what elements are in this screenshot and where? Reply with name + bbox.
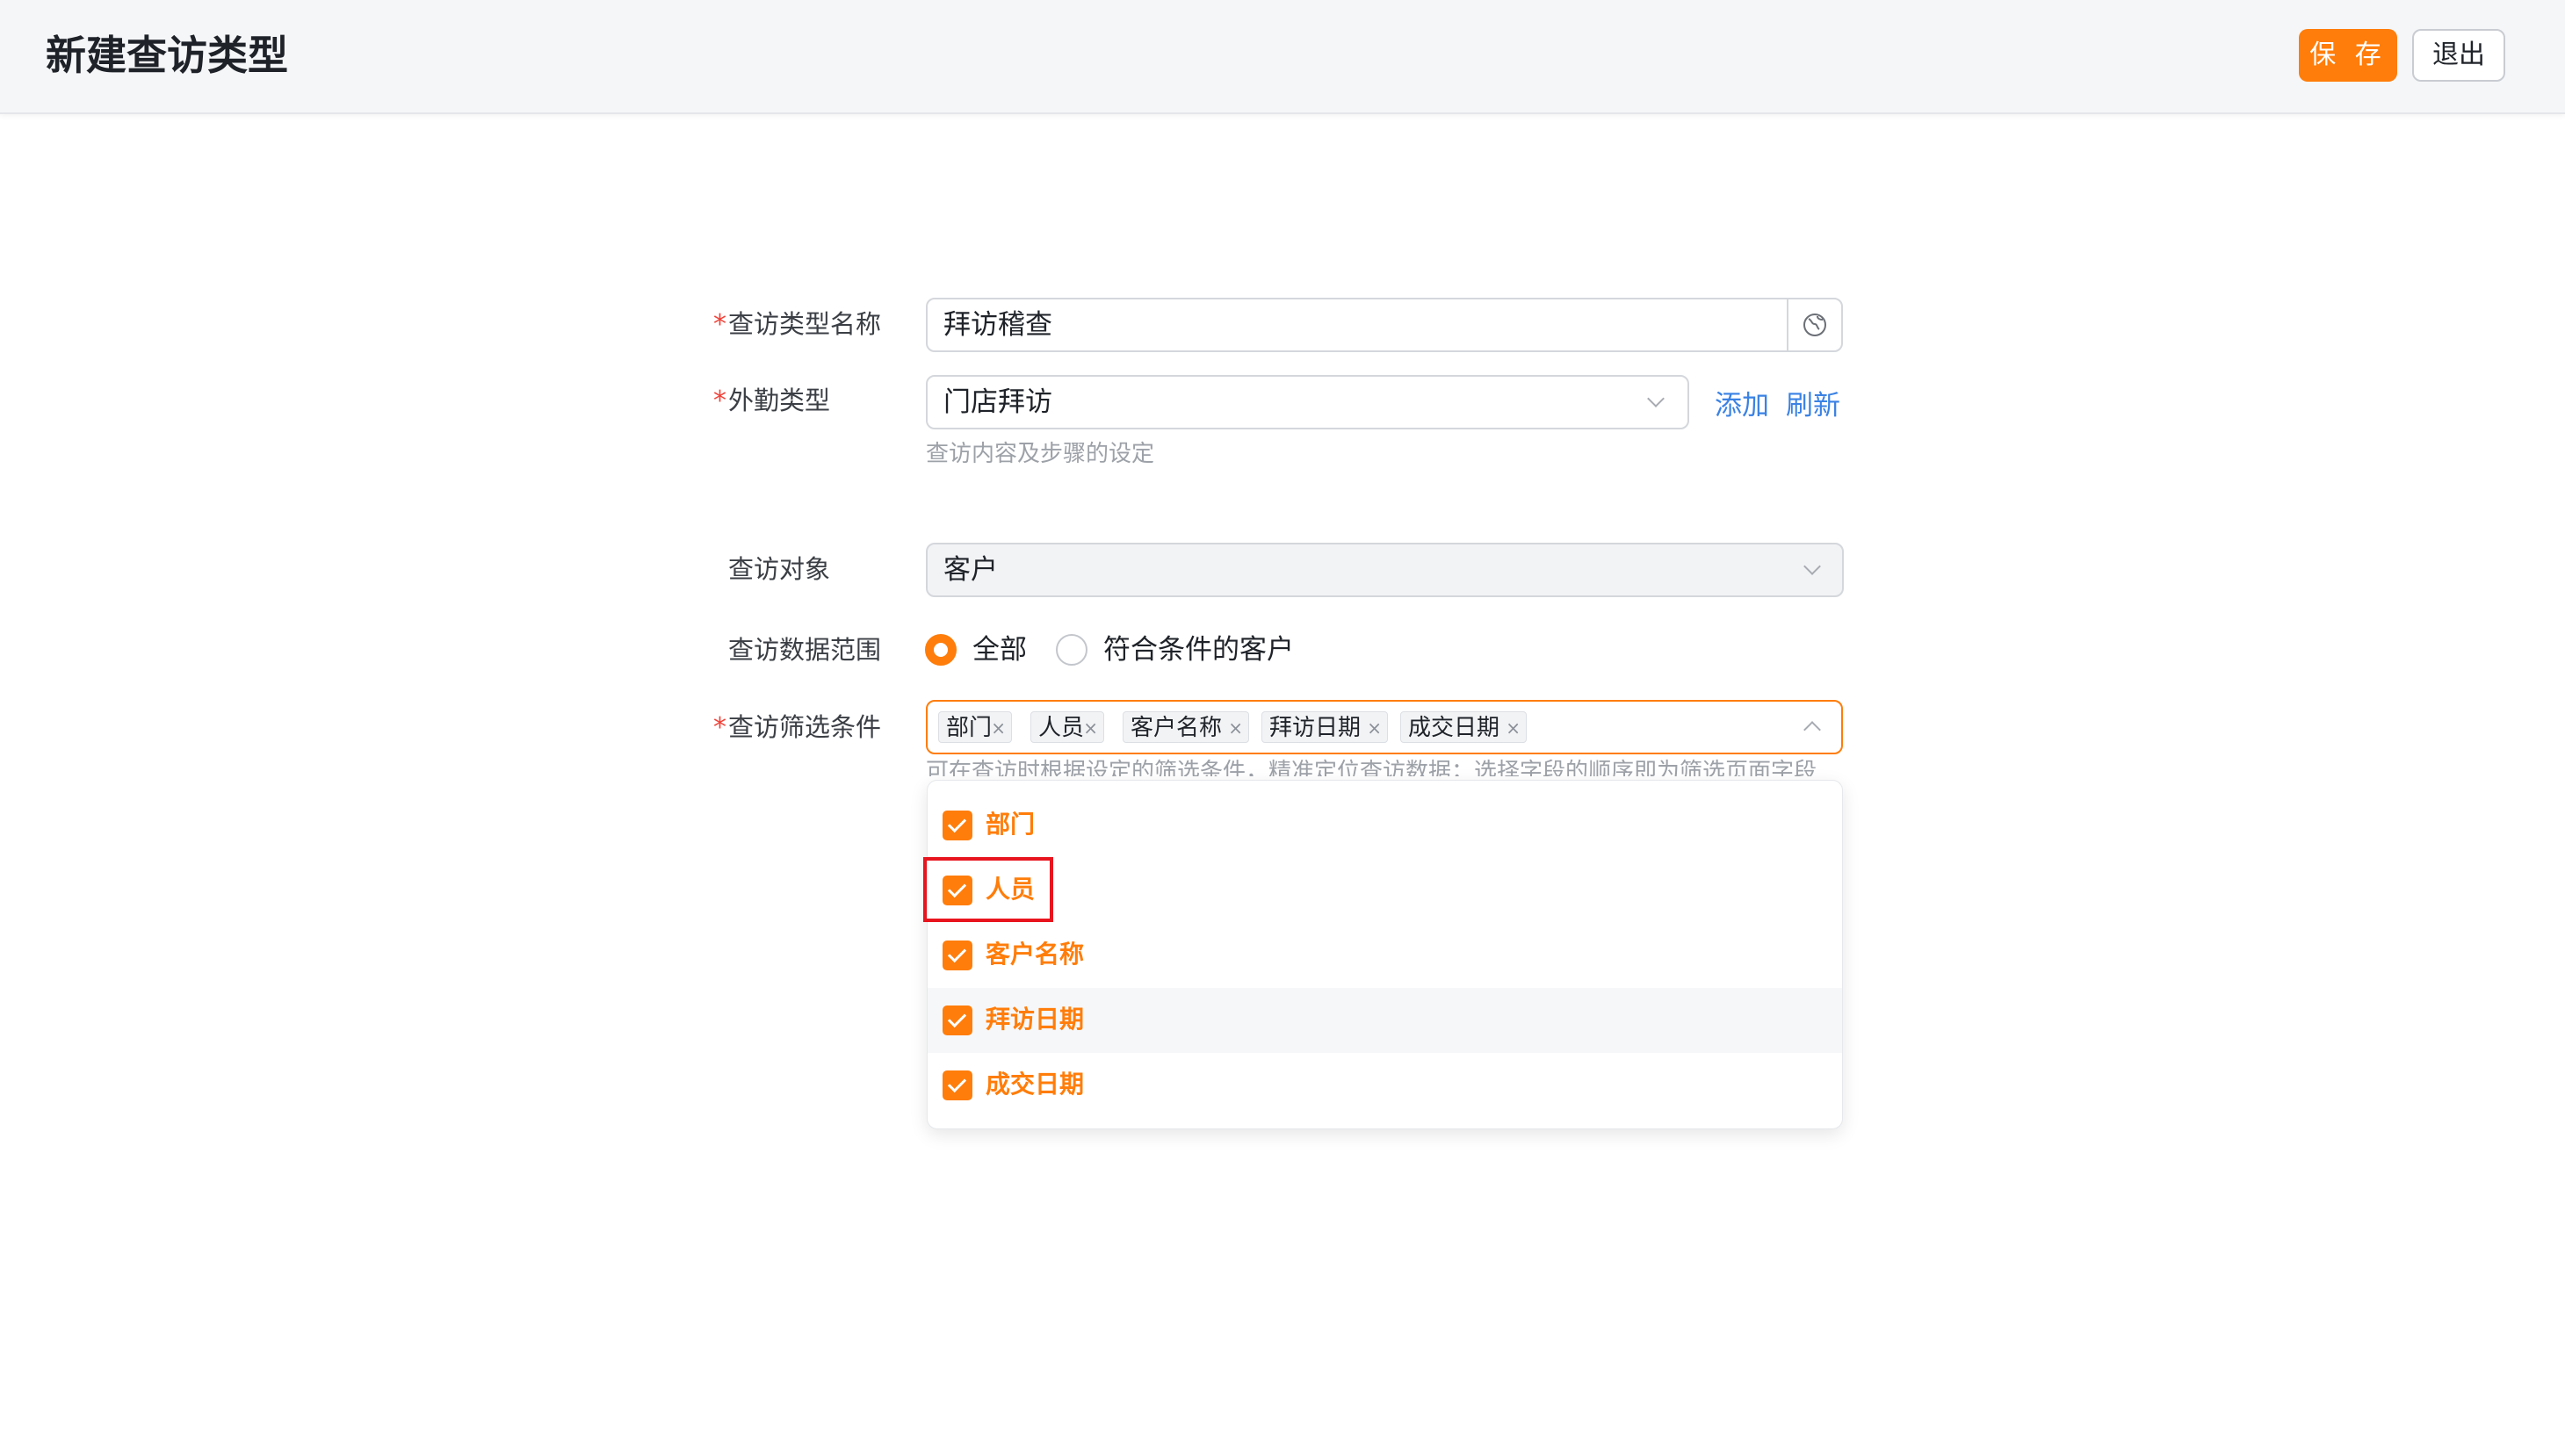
required-mark: * bbox=[713, 712, 726, 743]
exit-button[interactable]: 退出 bbox=[2412, 29, 2505, 82]
field-type-value: 门店拜访 bbox=[943, 386, 1052, 418]
checkbox-checked[interactable] bbox=[943, 811, 972, 840]
chevron-down-icon bbox=[1803, 558, 1821, 575]
name-input-value: 拜访稽查 bbox=[943, 309, 1052, 341]
filter-tag-label: 客户名称 bbox=[1131, 715, 1223, 741]
name-input[interactable]: 拜访稽查 bbox=[926, 298, 1843, 352]
close-icon[interactable]: × bbox=[1228, 712, 1243, 744]
target-select[interactable]: 客户 bbox=[926, 543, 1844, 597]
name-label-text: 查访类型名称 bbox=[728, 309, 882, 339]
page-title: 新建查访类型 bbox=[46, 32, 288, 79]
range-label: 查访数据范围 bbox=[728, 635, 882, 665]
dropdown-option-visit-date[interactable]: 拜访日期 bbox=[928, 988, 1842, 1053]
highlight-box bbox=[923, 857, 1053, 922]
dropdown-option-personnel[interactable]: 人员 bbox=[928, 858, 1842, 923]
close-icon[interactable]: × bbox=[1506, 712, 1521, 744]
filters-label: *查访筛选条件 bbox=[713, 710, 881, 746]
radio-all-label[interactable]: 全部 bbox=[972, 632, 1027, 667]
name-label: *查访类型名称 bbox=[713, 306, 881, 342]
filters-label-text: 查访筛选条件 bbox=[728, 712, 882, 742]
required-mark: * bbox=[713, 309, 726, 340]
dropdown-option-department[interactable]: 部门 bbox=[928, 793, 1842, 858]
dropdown-option-customer-name[interactable]: 客户名称 bbox=[928, 923, 1842, 988]
checkbox-checked[interactable] bbox=[943, 1070, 972, 1100]
radio-matching-customers[interactable] bbox=[1056, 634, 1087, 666]
dropdown-option-label: 拜访日期 bbox=[986, 1005, 1085, 1034]
language-button[interactable] bbox=[1787, 299, 1841, 350]
checkbox-checked[interactable] bbox=[943, 1006, 972, 1035]
globe-icon bbox=[1803, 314, 1826, 336]
required-mark: * bbox=[713, 386, 726, 416]
filter-tag: 人员 × bbox=[1030, 711, 1104, 743]
field-type-select[interactable]: 门店拜访 bbox=[926, 375, 1689, 429]
target-value: 客户 bbox=[943, 554, 998, 586]
filters-hint-text: 可在查访时根据设定的筛选条件，精准定位查访数据；选择字段的顺序即为筛选页面字段 bbox=[926, 759, 1817, 776]
add-link[interactable]: 添加 bbox=[1715, 383, 1769, 422]
dropdown-option-deal-date[interactable]: 成交日期 bbox=[928, 1053, 1842, 1118]
dropdown-option-label: 客户名称 bbox=[986, 940, 1085, 969]
filters-multiselect[interactable]: 部门 × 人员 × 客户名称 × 拜访日期 × 成交日期 × bbox=[926, 700, 1843, 754]
page-header: 新建查访类型 保 存 退出 bbox=[0, 0, 2565, 114]
filter-tag: 拜访日期 × bbox=[1261, 711, 1388, 743]
checkbox-checked[interactable] bbox=[943, 941, 972, 970]
filter-tag-label: 成交日期 bbox=[1408, 715, 1500, 741]
filter-tag-label: 拜访日期 bbox=[1269, 715, 1362, 741]
radio-matching-customers-label[interactable]: 符合条件的客户 bbox=[1103, 632, 1294, 667]
chevron-up-icon[interactable] bbox=[1803, 721, 1821, 739]
filter-tag-label: 部门 bbox=[946, 715, 993, 741]
field-type-label: *外勤类型 bbox=[713, 383, 830, 419]
radio-all[interactable] bbox=[925, 634, 957, 666]
close-icon[interactable]: × bbox=[991, 712, 1006, 744]
refresh-link[interactable]: 刷新 bbox=[1786, 383, 1840, 422]
filters-hint: 可在查访时根据设定的筛选条件，精准定位查访数据；选择字段的顺序即为筛选页面字段 bbox=[926, 757, 1843, 776]
field-type-hint: 查访内容及步骤的设定 bbox=[926, 441, 1155, 467]
filters-dropdown-list: 部门 人员 客户名称 拜访日期 成交日期 bbox=[927, 780, 1843, 1129]
target-label: 查访对象 bbox=[728, 554, 831, 584]
dropdown-option-label: 部门 bbox=[986, 810, 1036, 839]
field-type-label-text: 外勤类型 bbox=[728, 386, 831, 415]
save-button[interactable]: 保 存 bbox=[2299, 29, 2397, 82]
dropdown-option-label: 成交日期 bbox=[986, 1070, 1085, 1099]
close-icon[interactable]: × bbox=[1367, 712, 1382, 744]
chevron-down-icon bbox=[1647, 390, 1665, 407]
filter-tag: 部门 × bbox=[938, 711, 1012, 743]
filter-tag-label: 人员 bbox=[1038, 715, 1085, 741]
close-icon[interactable]: × bbox=[1083, 712, 1098, 744]
filter-tag: 客户名称 × bbox=[1123, 711, 1249, 743]
filter-tag: 成交日期 × bbox=[1400, 711, 1527, 743]
